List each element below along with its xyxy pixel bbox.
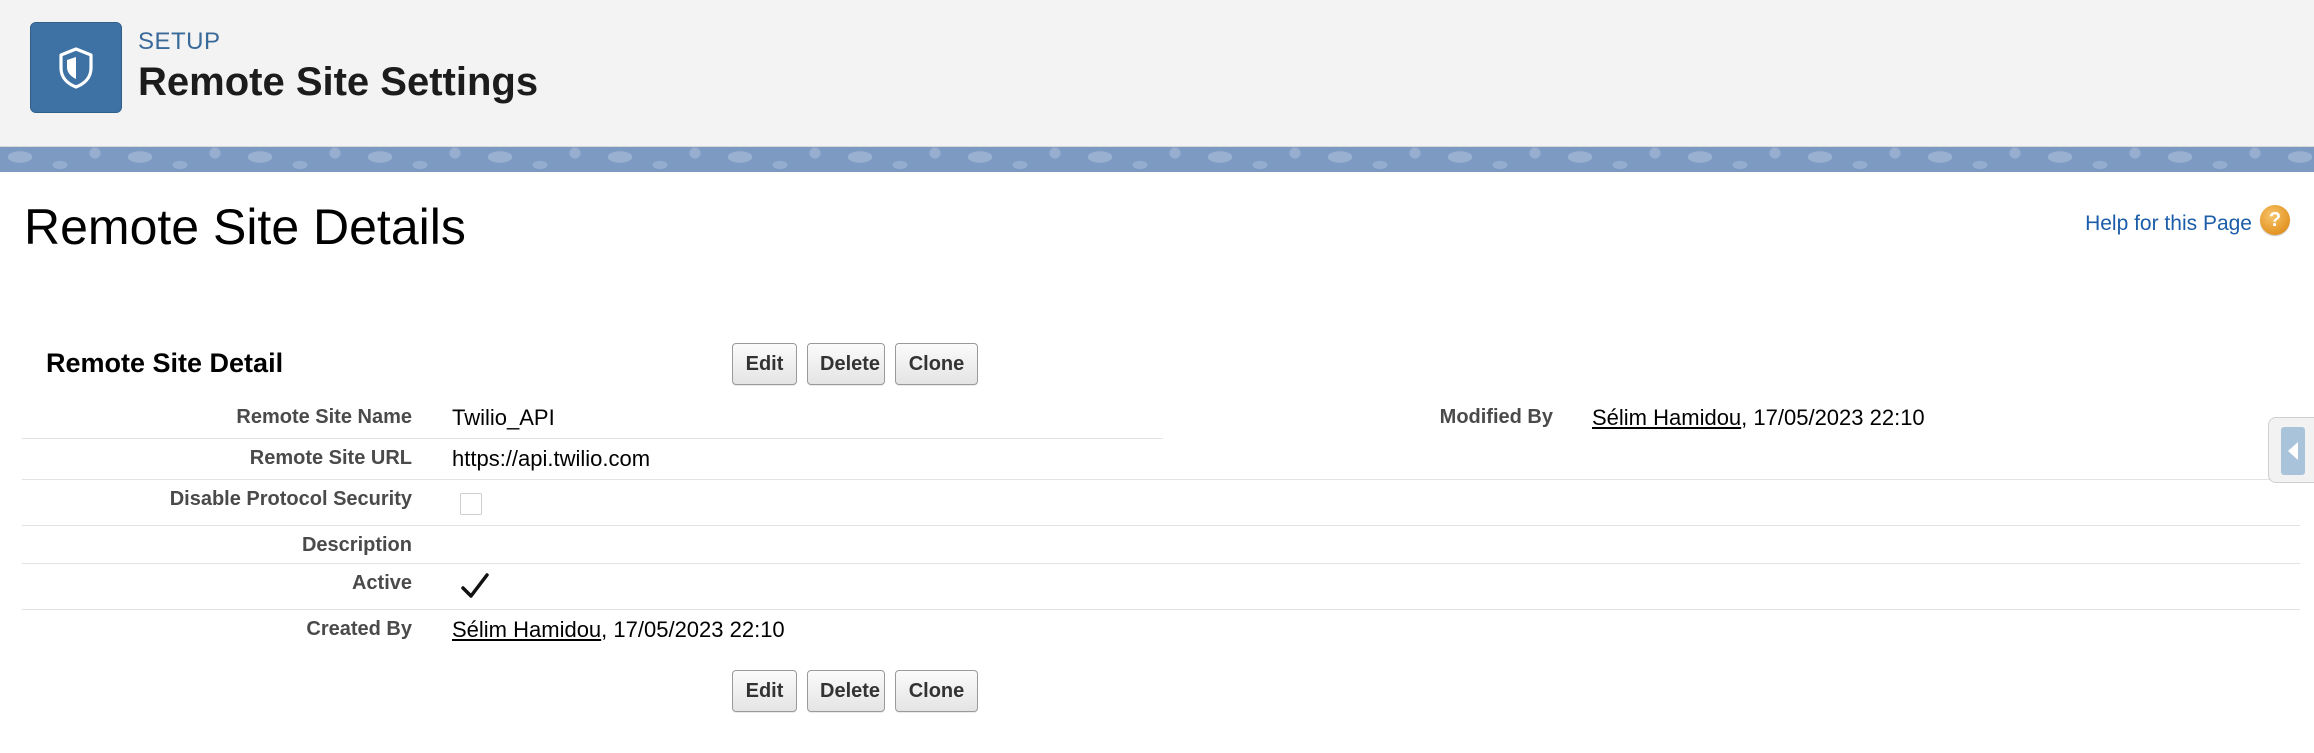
setup-header: SETUP Remote Site Settings bbox=[0, 0, 2314, 147]
sidebar-toggle-tab[interactable] bbox=[2268, 417, 2314, 483]
page-title: Remote Site Settings bbox=[138, 60, 539, 104]
help-icon[interactable]: ? bbox=[2260, 205, 2290, 235]
collapse-arrow-icon bbox=[2281, 427, 2305, 475]
edit-button[interactable]: Edit bbox=[732, 670, 797, 712]
row-divider bbox=[22, 563, 2300, 564]
page-heading: Remote Site Details bbox=[24, 199, 466, 255]
row-divider bbox=[22, 479, 2300, 480]
active-label: Active bbox=[351, 572, 412, 594]
created-by-user-link[interactable]: Sélim Hamidou bbox=[452, 617, 601, 642]
bottom-button-group: Edit Delete Clone bbox=[732, 670, 978, 712]
shield-icon bbox=[30, 22, 122, 113]
modified-by-user-link[interactable]: Sélim Hamidou bbox=[1592, 405, 1741, 430]
delete-button[interactable]: Delete bbox=[807, 343, 885, 385]
clone-button[interactable]: Clone bbox=[895, 343, 978, 385]
checkmark-icon bbox=[461, 573, 489, 598]
remote-site-name-label: Remote Site Name bbox=[236, 406, 412, 428]
row-divider bbox=[22, 438, 1163, 439]
modified-by-timestamp: , 17/05/2023 22:10 bbox=[1741, 405, 1925, 430]
help-link[interactable]: Help for this Page bbox=[2085, 212, 2252, 236]
disable-protocol-security-checkbox bbox=[460, 493, 482, 515]
delete-button[interactable]: Delete bbox=[807, 670, 885, 712]
top-button-group: Edit Delete Clone bbox=[732, 343, 978, 385]
created-by-label: Created By bbox=[306, 618, 412, 640]
disable-protocol-security-label: Disable Protocol Security bbox=[169, 488, 412, 510]
edit-button[interactable]: Edit bbox=[732, 343, 797, 385]
created-by-value: Sélim Hamidou, 17/05/2023 22:10 bbox=[452, 617, 785, 643]
row-divider bbox=[22, 525, 2300, 526]
remote-site-name-value: Twilio_API bbox=[452, 405, 555, 430]
modified-by-label: Modified By bbox=[1439, 406, 1553, 428]
decorative-banner bbox=[0, 147, 2314, 172]
section-title: Remote Site Detail bbox=[46, 348, 284, 378]
created-by-timestamp: , 17/05/2023 22:10 bbox=[601, 617, 785, 642]
clone-button[interactable]: Clone bbox=[895, 670, 978, 712]
modified-by-value: Sélim Hamidou, 17/05/2023 22:10 bbox=[1592, 405, 1925, 431]
remote-site-url-label: Remote Site URL bbox=[249, 447, 412, 469]
row-divider bbox=[22, 609, 2300, 610]
setup-eyebrow: SETUP bbox=[138, 28, 221, 55]
remote-site-url-value: https://api.twilio.com bbox=[452, 446, 651, 471]
description-label: Description bbox=[301, 534, 412, 556]
